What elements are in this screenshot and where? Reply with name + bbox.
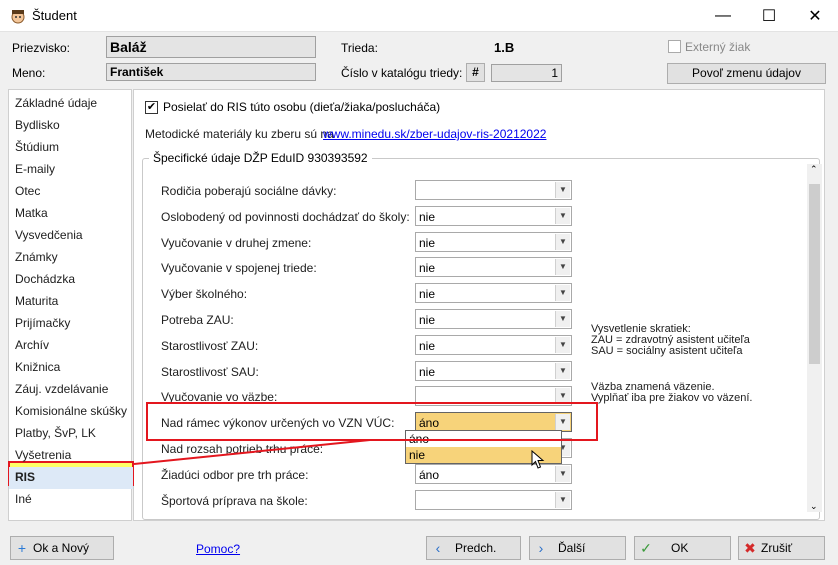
annotation-arrow (133, 439, 371, 465)
mouse-cursor-icon (531, 450, 545, 469)
